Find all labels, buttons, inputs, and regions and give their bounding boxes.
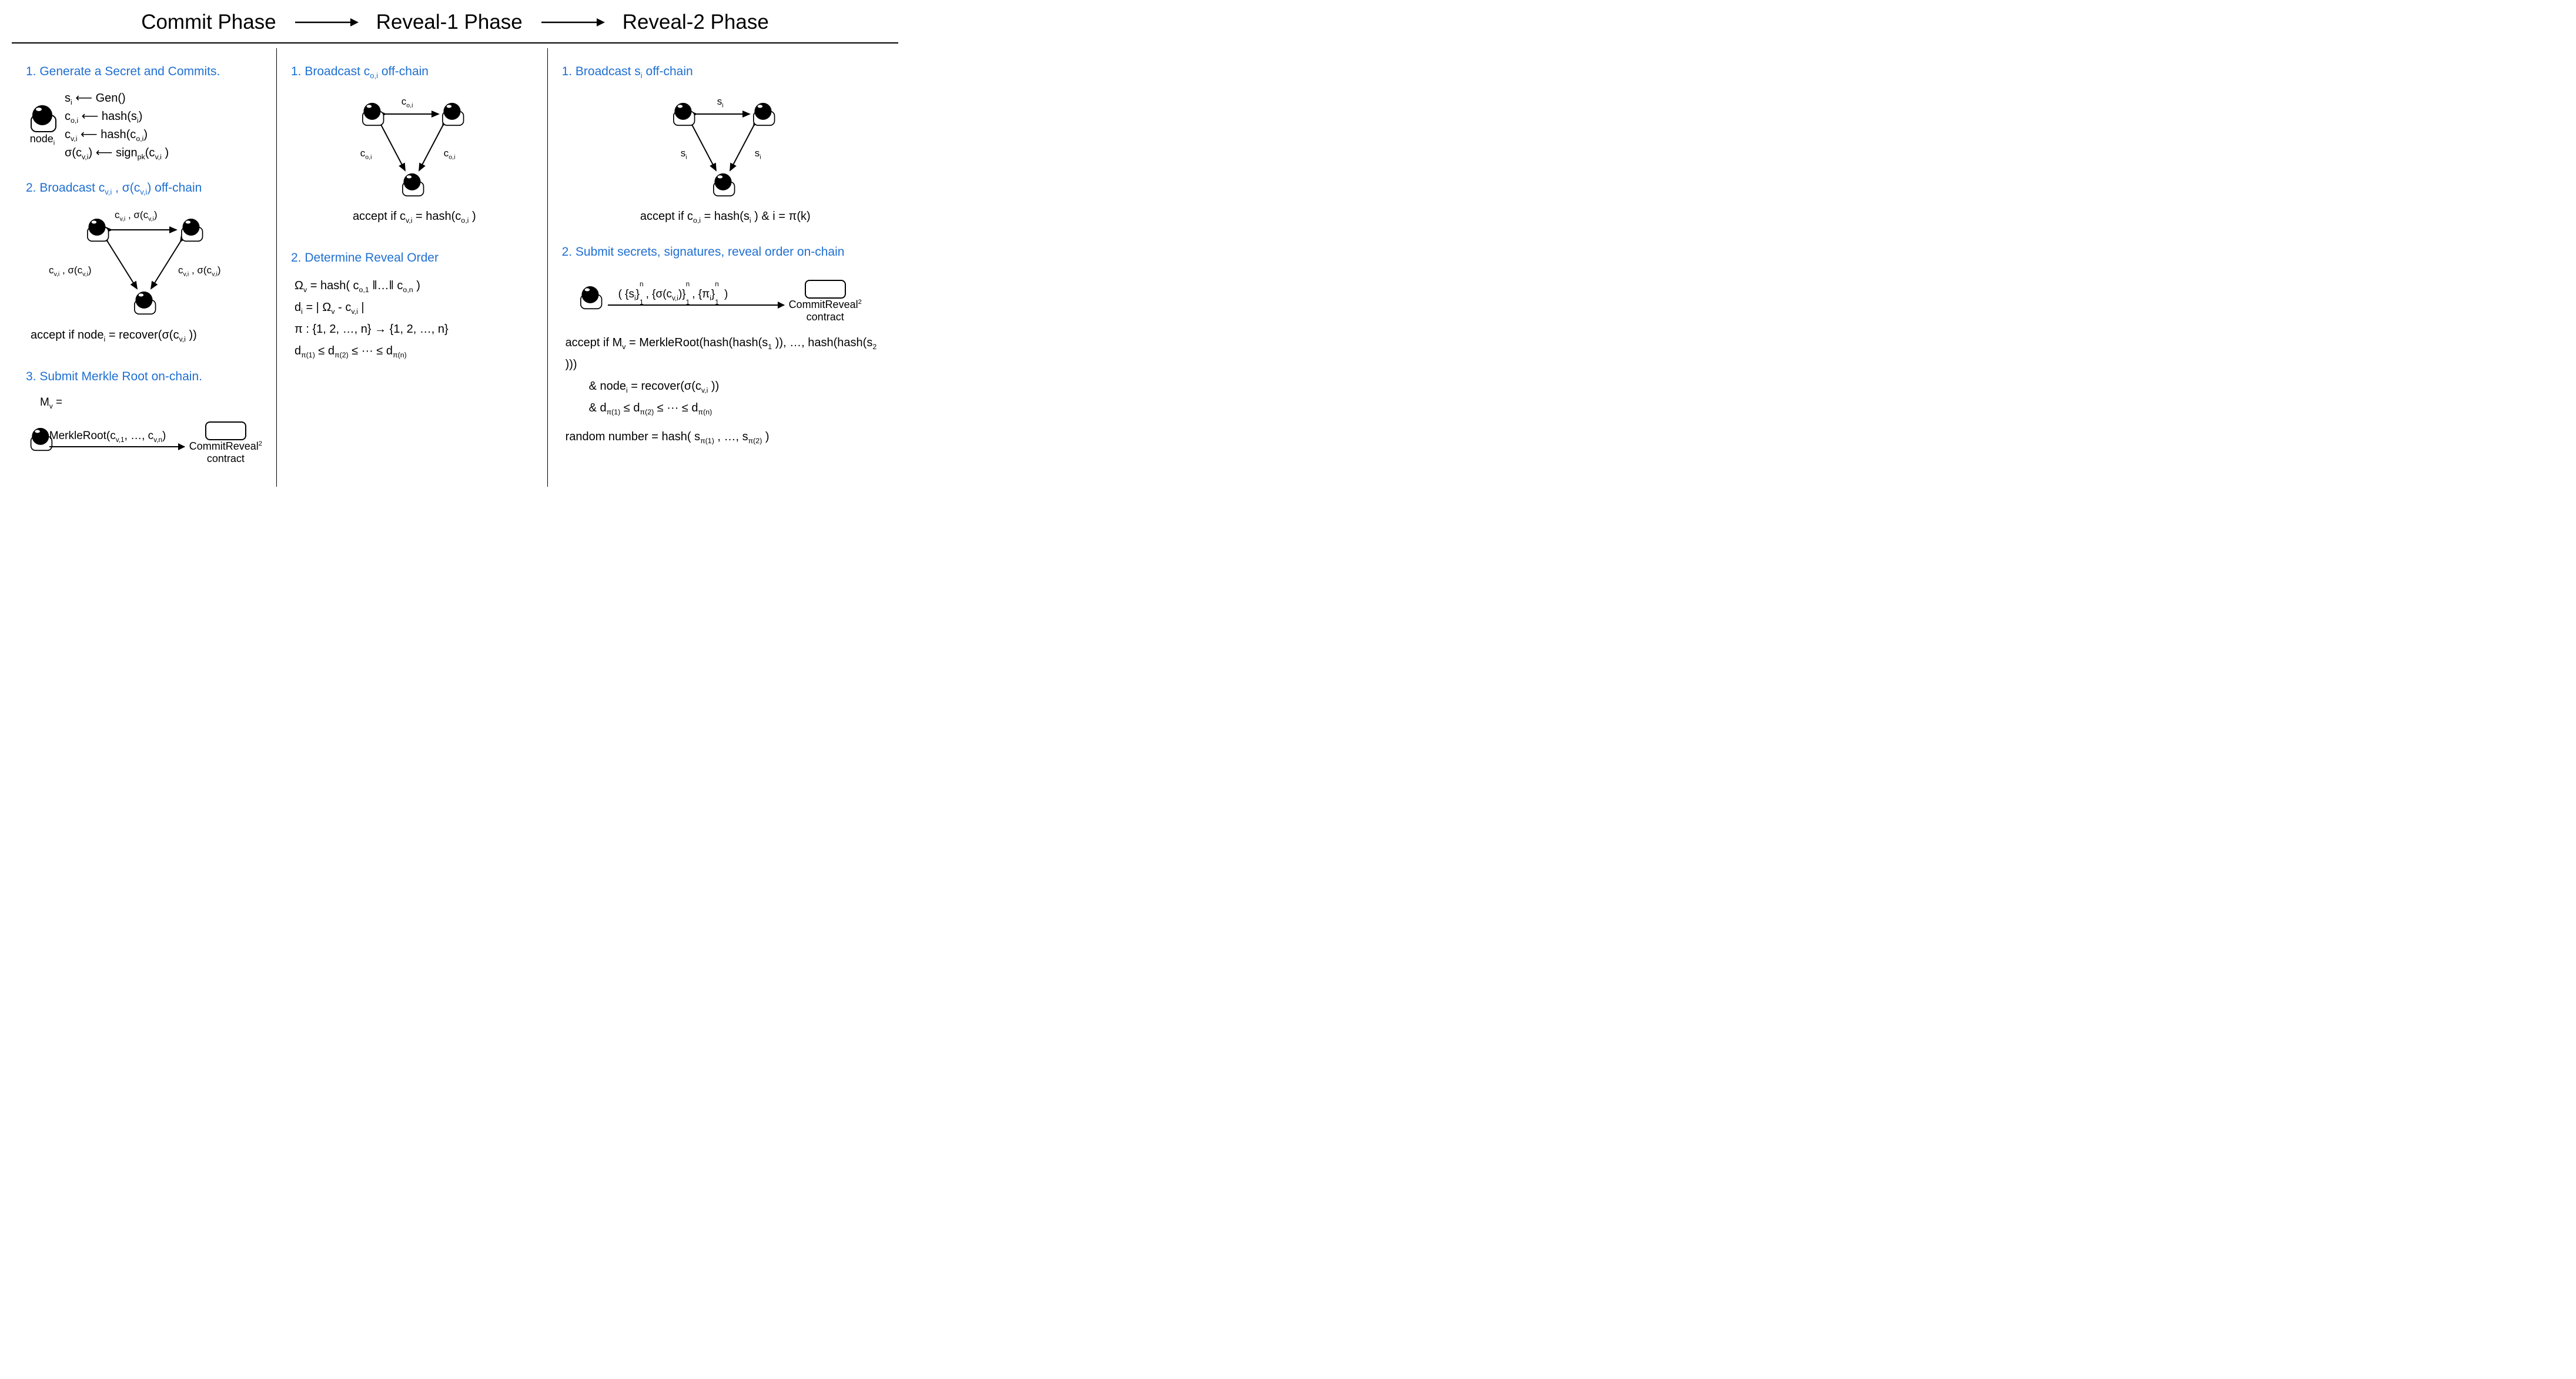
- node-icon: [752, 102, 774, 123]
- node-label-sub: i: [53, 140, 55, 147]
- reveal1-equations: Ωv = hash( co,1 ‖…‖ co,n ) di = | Ωv - c…: [295, 275, 533, 362]
- broadcast-triangle: co,i co,i co,i: [330, 89, 494, 204]
- node-icon: [86, 217, 108, 239]
- reveal1-step1-title: 1. Broadcast co,i off-chain: [291, 62, 533, 81]
- commit-step1: 1. Generate a Secret and Commits. nodei …: [26, 62, 262, 162]
- reveal2-step2: 2. Submit secrets, signatures, reveal or…: [562, 243, 884, 448]
- node-icon: [712, 172, 734, 194]
- arrow-right-icon: [608, 304, 784, 306]
- phase-reveal2-title: Reveal-2 Phase: [623, 11, 769, 34]
- arrow-right-icon: [294, 15, 359, 29]
- reveal2-step1-title: 1. Broadcast si off-chain: [562, 62, 884, 81]
- arrow-right-icon: [540, 15, 605, 29]
- protocol-diagram: Commit Phase Reveal-1 Phase Reveal-2 Pha…: [0, 0, 910, 504]
- commit-step3: 3. Submit Merkle Root on-chain. Mv = Mer…: [26, 367, 262, 464]
- node-label: node: [30, 133, 53, 145]
- reveal2-accept1: accept if co,i = hash(si ) & i = π(k): [567, 207, 884, 225]
- reveal1-column: 1. Broadcast co,i off-chain co,i co,i co…: [276, 48, 547, 487]
- reveal2-column: 1. Broadcast si off-chain si si si: [547, 48, 898, 487]
- node-icon: [361, 102, 383, 123]
- node-icon: [29, 104, 55, 130]
- commit-step2-title: 2. Broadcast cv,i , σ(cv,i) off-chain: [26, 179, 262, 198]
- reveal1-step2-title: 2. Determine Reveal Order: [291, 249, 533, 267]
- broadcast-triangle: si si si: [641, 89, 805, 204]
- phase-reveal1-title: Reveal-1 Phase: [376, 11, 523, 34]
- header-divider: [12, 42, 898, 43]
- commit-step2: 2. Broadcast cv,i , σ(cv,i) off-chain cv…: [26, 179, 262, 344]
- node-with-label: nodei: [29, 104, 55, 147]
- phase-header: Commit Phase Reveal-1 Phase Reveal-2 Pha…: [12, 6, 898, 42]
- node-icon: [133, 290, 155, 312]
- commit-column: 1. Generate a Secret and Commits. nodei …: [12, 48, 276, 487]
- reveal1-step1: 1. Broadcast co,i off-chain co,i co,i co…: [291, 62, 533, 225]
- node-icon: [579, 285, 601, 307]
- node-icon: [180, 217, 202, 239]
- contract-icon: [805, 280, 846, 299]
- commit-accept2: accept if nodei = recover(σ(cv,i )): [31, 326, 262, 344]
- broadcast-triangle: cv,i , σ(cv,i) cv,i , σ(cv,i) cv,i , σ(c…: [50, 205, 238, 323]
- reveal1-accept1: accept if cv,i = hash(co,i ): [296, 207, 533, 225]
- commit-step3-title: 3. Submit Merkle Root on-chain.: [26, 367, 262, 386]
- commit-equations: si ⟵ Gen() co,i ⟵ hash(si) cv,i ⟵ hash(c…: [65, 89, 169, 162]
- node-icon: [672, 102, 694, 123]
- node-icon: [29, 427, 44, 448]
- reveal2-accept-conditions: accept if Mv = MerkleRoot(hash(hash(s1 )…: [566, 332, 884, 419]
- phase-commit-title: Commit Phase: [141, 11, 276, 34]
- node-icon: [441, 102, 463, 123]
- reveal2-step1: 1. Broadcast si off-chain si si si: [562, 62, 884, 225]
- reveal2-random-number: random number = hash( sπ(1) , …, sπ(2) ): [566, 426, 884, 448]
- commit-step1-title: 1. Generate a Secret and Commits.: [26, 62, 262, 81]
- reveal2-step2-title: 2. Submit secrets, signatures, reveal or…: [562, 243, 884, 262]
- arrow-right-icon: [49, 446, 185, 447]
- reveal1-step2: 2. Determine Reveal Order Ωv = hash( co,…: [291, 249, 533, 363]
- node-icon: [401, 172, 423, 194]
- columns: 1. Generate a Secret and Commits. nodei …: [12, 48, 898, 487]
- contract-icon: [205, 421, 246, 440]
